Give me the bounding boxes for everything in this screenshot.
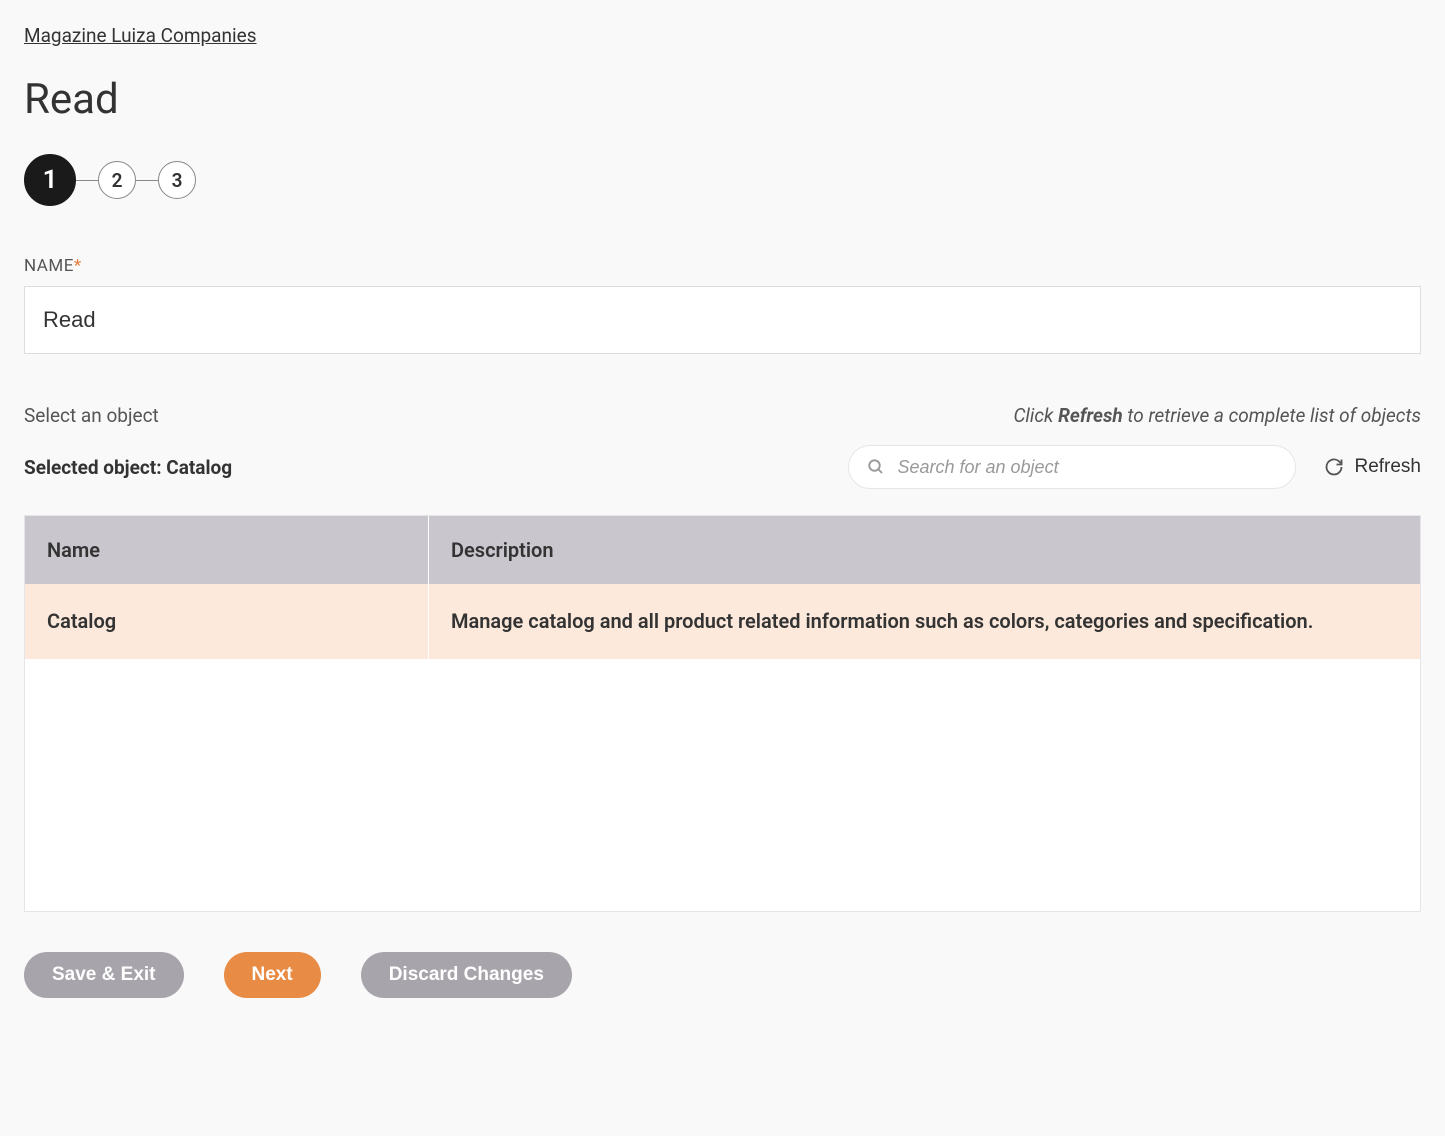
refresh-button[interactable]: Refresh <box>1324 456 1421 478</box>
footer-actions: Save & Exit Next Discard Changes <box>24 952 1421 998</box>
selected-object-text: Selected object: Catalog <box>24 456 232 479</box>
next-button[interactable]: Next <box>224 952 321 998</box>
selected-prefix: Selected object: <box>24 456 166 479</box>
step-2[interactable]: 2 <box>98 161 136 199</box>
breadcrumb-link[interactable]: Magazine Luiza Companies <box>24 24 257 47</box>
td-name: Catalog <box>25 584 429 659</box>
hint-pre: Click <box>1013 404 1058 427</box>
step-3[interactable]: 3 <box>158 161 196 199</box>
select-object-label: Select an object <box>24 404 159 427</box>
step-1[interactable]: 1 <box>24 154 76 206</box>
refresh-hint: Click Refresh to retrieve a complete lis… <box>1013 404 1421 427</box>
td-description: Manage catalog and all product related i… <box>429 584 1420 659</box>
table-body: Catalog Manage catalog and all product r… <box>25 584 1420 911</box>
step-connector <box>76 180 98 181</box>
hint-post: to retrieve a complete list of objects <box>1123 404 1421 427</box>
selected-value: Catalog <box>166 456 232 479</box>
save-exit-button[interactable]: Save & Exit <box>24 952 184 998</box>
hint-bold: Refresh <box>1058 404 1123 427</box>
name-label-text: NAME <box>24 256 74 276</box>
name-input[interactable] <box>24 286 1421 354</box>
search-input[interactable] <box>897 457 1277 478</box>
refresh-label: Refresh <box>1354 456 1421 478</box>
search-icon <box>867 458 885 476</box>
name-field-label: NAME* <box>24 256 1421 276</box>
required-marker: * <box>74 256 82 276</box>
stepper: 1 2 3 <box>24 154 1421 206</box>
objects-table: Name Description Catalog Manage catalog … <box>24 515 1421 912</box>
step-connector <box>136 180 158 181</box>
table-row[interactable]: Catalog Manage catalog and all product r… <box>25 584 1420 659</box>
search-field[interactable] <box>848 445 1296 489</box>
table-empty-space <box>25 659 1420 911</box>
table-header: Name Description <box>25 516 1420 584</box>
th-name[interactable]: Name <box>25 516 429 584</box>
discard-button[interactable]: Discard Changes <box>361 952 572 998</box>
refresh-icon <box>1324 457 1344 477</box>
th-description[interactable]: Description <box>429 516 1420 584</box>
page-title: Read <box>24 75 1421 124</box>
